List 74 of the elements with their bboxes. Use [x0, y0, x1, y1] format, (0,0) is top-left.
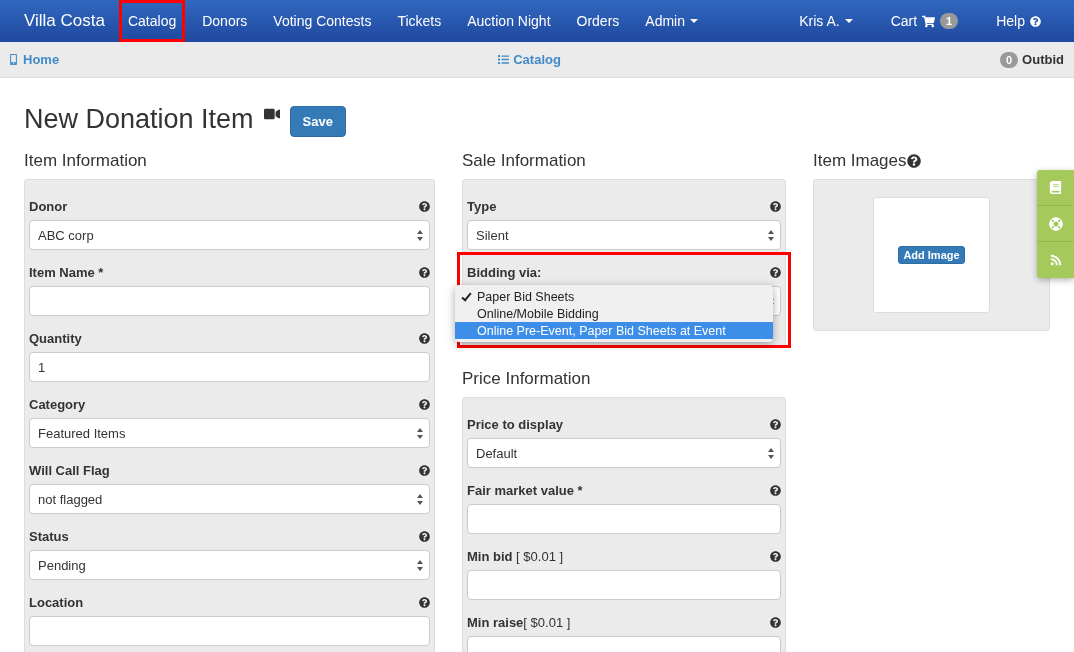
help-icon[interactable]: [770, 200, 781, 212]
field-label: Quantity: [29, 330, 82, 346]
video-camera-icon[interactable]: [263, 106, 280, 122]
select-arrows-icon: [417, 427, 423, 439]
select-field[interactable]: ABC corp: [29, 220, 430, 250]
section-title: Item Information: [24, 151, 148, 171]
user-menu[interactable]: Kris A.: [790, 0, 862, 42]
select-field[interactable]: Pending: [29, 550, 430, 580]
select-field[interactable]: Default: [467, 438, 781, 468]
select-arrows-icon: [417, 559, 423, 571]
select-arrows-icon: [768, 229, 774, 241]
help-icon[interactable]: [419, 464, 430, 476]
nav-link[interactable]: Admin: [636, 0, 707, 42]
help-icon[interactable]: [770, 266, 781, 278]
nav-link[interactable]: Tickets: [388, 0, 451, 42]
select-arrows-icon: [768, 447, 774, 459]
field-label: Fair market value *: [467, 482, 583, 498]
field-label: Location: [29, 594, 84, 610]
input-field[interactable]: [467, 570, 781, 600]
select-arrows-icon: [417, 493, 423, 505]
list-icon: [498, 54, 510, 65]
dropdown-option[interactable]: Paper Bid Sheets: [455, 288, 773, 305]
cart-icon: [922, 14, 936, 28]
cart-count: 1: [940, 13, 959, 29]
nav-link[interactable]: Catalog: [118, 0, 186, 42]
page-title: New Donation Item: [24, 104, 254, 135]
input-field[interactable]: [29, 286, 430, 316]
select-field[interactable]: Silent: [467, 220, 781, 250]
outbid-count: 0: [1000, 51, 1019, 68]
help-icon[interactable]: [770, 484, 781, 496]
dropdown-option[interactable]: Online/Mobile Bidding: [455, 305, 773, 322]
section-title: Item Images: [813, 151, 907, 171]
help-icon[interactable]: [419, 266, 430, 278]
add-image-button[interactable]: Add Image: [898, 246, 965, 264]
input-field[interactable]: [29, 616, 430, 646]
help-icon[interactable]: [906, 154, 921, 168]
nav-link[interactable]: Auction Night: [458, 0, 560, 42]
help-icon[interactable]: [770, 418, 781, 430]
help-icon[interactable]: [419, 530, 430, 542]
field-label: Min bid [ $0.01 ]: [467, 548, 564, 564]
help-icon[interactable]: [770, 550, 781, 562]
cart-link[interactable]: Cart 1: [881, 0, 968, 42]
field-label: Status: [29, 528, 69, 544]
outbid-label: Outbid: [1022, 52, 1064, 67]
help-icon[interactable]: [419, 200, 430, 212]
field-label: Price to display: [467, 416, 564, 432]
phone-icon: [8, 54, 19, 65]
input-field[interactable]: [467, 504, 781, 534]
select-arrows-icon: [417, 229, 423, 241]
field-label: Will Call Flag: [29, 462, 110, 478]
brand-name[interactable]: Villa Costa: [24, 11, 105, 31]
input-field[interactable]: 1: [29, 352, 430, 382]
field-label: Min raise[ $0.01 ]: [467, 614, 571, 630]
help-icon[interactable]: [419, 596, 430, 608]
help-icon[interactable]: [770, 616, 781, 628]
help-icon[interactable]: [419, 398, 430, 410]
help-link[interactable]: Help: [987, 0, 1050, 42]
help-icon: [1030, 15, 1041, 27]
help-icon[interactable]: [419, 332, 430, 344]
field-label: Item Name *: [29, 264, 104, 280]
save-button[interactable]: Save: [289, 106, 346, 137]
caret-icon: [844, 19, 853, 23]
caret-icon: [690, 19, 698, 23]
field-label: Category: [29, 396, 86, 412]
field-label: Type: [467, 198, 497, 214]
select-field[interactable]: not flagged: [29, 484, 430, 514]
field-label: Bidding via:: [467, 264, 542, 280]
field-label: Donor: [29, 198, 68, 214]
section-title: Price Information: [462, 369, 592, 389]
section-title: Sale Information: [462, 151, 587, 171]
nav-link[interactable]: Orders: [567, 0, 629, 42]
select-field[interactable]: Featured Items: [29, 418, 430, 448]
nav-link[interactable]: Donors: [193, 0, 257, 42]
nav-link[interactable]: Voting Contests: [264, 0, 381, 42]
